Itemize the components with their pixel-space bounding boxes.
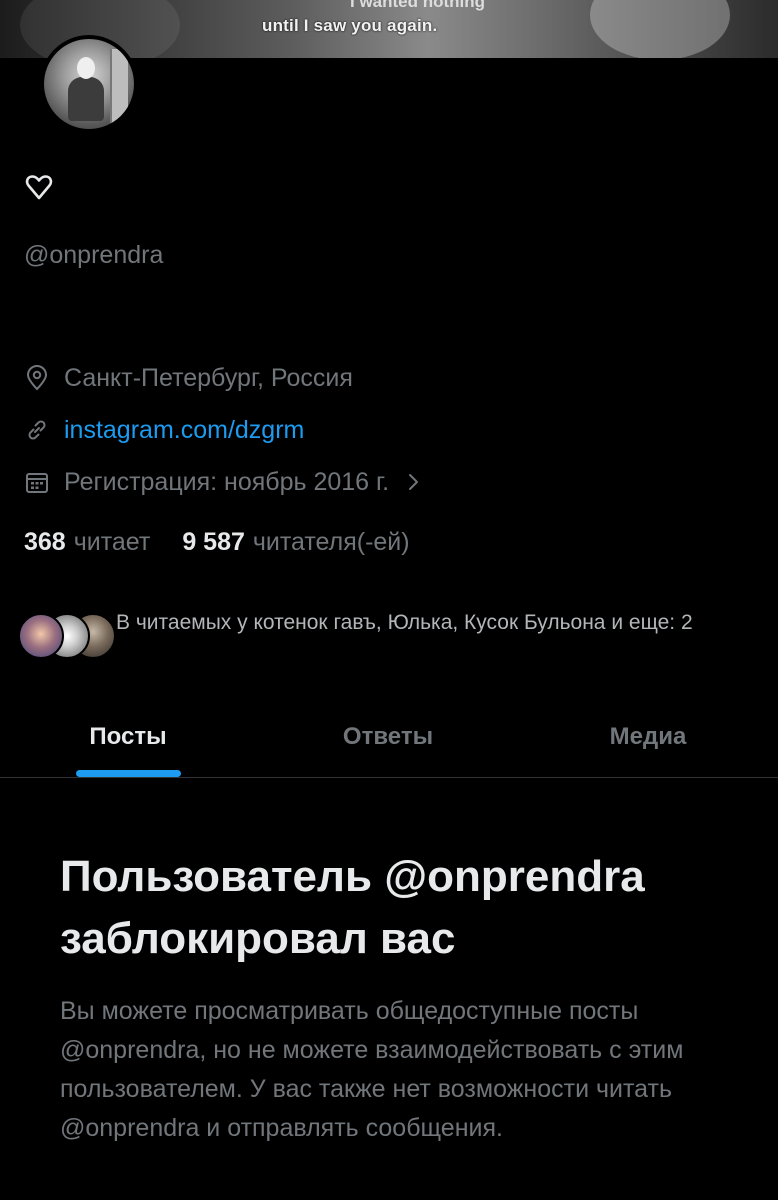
blocked-body: Вы можете просматривать общедоступные по… bbox=[60, 997, 684, 1142]
banner-caption: until I saw you again. bbox=[262, 16, 438, 35]
avatar-figure bbox=[68, 77, 104, 121]
tab-posts[interactable]: Посты bbox=[70, 708, 186, 778]
followers-count: 9 587 bbox=[182, 528, 245, 556]
joined-text: Регистрация: ноябрь 2016 г. bbox=[64, 467, 390, 496]
profile-stats: 368 читает 9 587 читателя(-ей) bbox=[24, 528, 410, 557]
followers-you-know-text: В читаемых у котенок гавъ, Юлька, Кусок … bbox=[116, 611, 693, 634]
following-count: 368 bbox=[24, 528, 66, 556]
tab-media[interactable]: Медиа bbox=[580, 708, 716, 778]
profile-joined[interactable]: Регистрация: ноябрь 2016 г. bbox=[24, 465, 421, 499]
profile-avatar[interactable] bbox=[40, 35, 138, 133]
avatar-background bbox=[110, 49, 128, 123]
calendar-icon bbox=[26, 473, 48, 493]
map-pin-icon bbox=[26, 365, 48, 391]
profile-website[interactable]: instagram.com/dzgrm bbox=[24, 413, 304, 447]
avatar-figure-head bbox=[77, 57, 95, 79]
banner-caption-top: I wanted nothing bbox=[350, 0, 486, 11]
blocked-title: Пользователь @onprendra заблокировал вас bbox=[60, 852, 645, 963]
banner-shape bbox=[590, 0, 730, 58]
following-label: читает bbox=[73, 528, 151, 556]
website-link[interactable]: instagram.com/dzgrm bbox=[64, 416, 304, 445]
heart-outline-icon bbox=[25, 175, 53, 200]
followers-stat[interactable]: 9 587 читателя(-ей) bbox=[182, 528, 409, 556]
location-text: Санкт-Петербург, Россия bbox=[64, 363, 353, 392]
profile-handle: @onprendra bbox=[24, 241, 164, 269]
tab-replies[interactable]: Ответы bbox=[318, 708, 458, 778]
active-tab-indicator bbox=[76, 770, 181, 777]
following-stat[interactable]: 368 читает bbox=[24, 528, 150, 556]
profile-tabs: Посты Ответы Медиа bbox=[0, 708, 778, 778]
blocked-notice: Пользователь @onprendra заблокировал вас… bbox=[60, 846, 750, 1148]
avatar bbox=[18, 613, 64, 659]
followers-label: читателя(-ей) bbox=[252, 528, 410, 556]
chevron-right-icon bbox=[409, 474, 419, 490]
followers-you-know-avatars bbox=[18, 613, 116, 661]
link-icon bbox=[28, 420, 46, 440]
followers-you-know[interactable]: В читаемых у котенок гавъ, Юлька, Кусок … bbox=[18, 607, 768, 671]
profile-location: Санкт-Петербург, Россия bbox=[24, 361, 353, 395]
